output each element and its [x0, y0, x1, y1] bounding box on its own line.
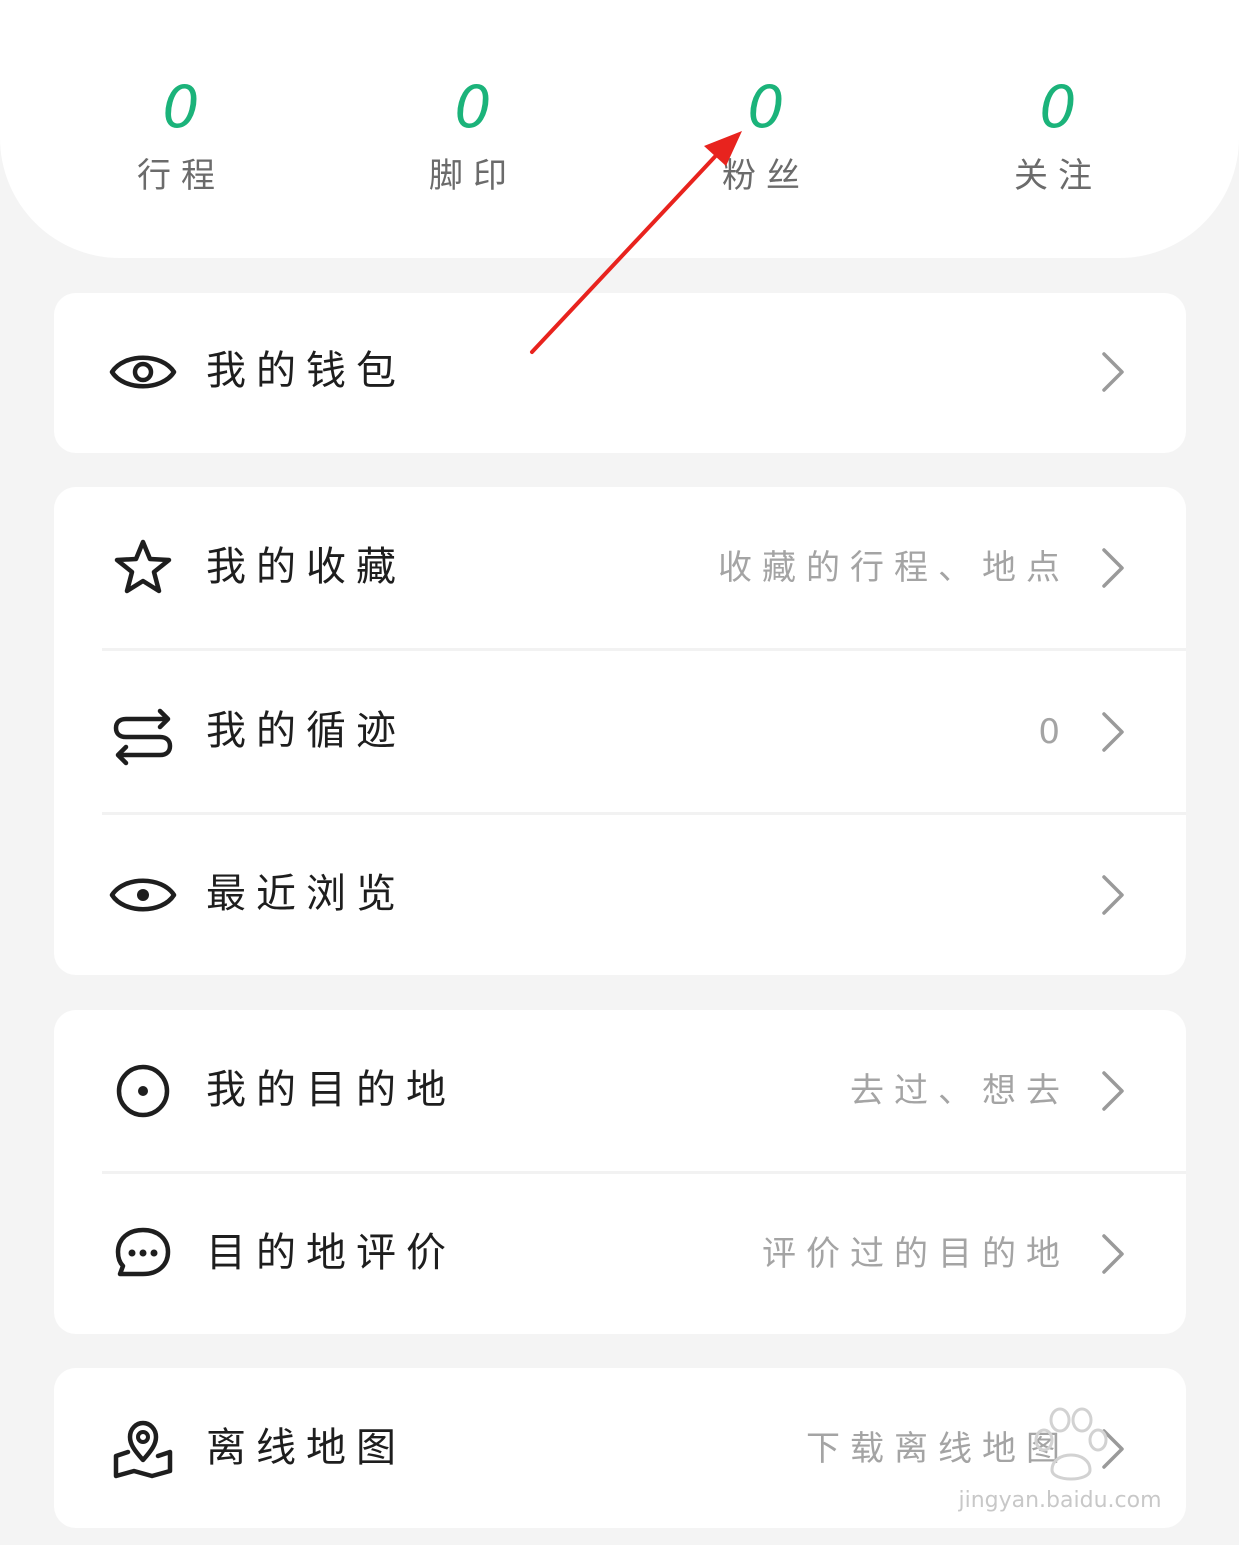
eye-icon: [108, 337, 178, 407]
wallet-card: 我的钱包: [54, 293, 1186, 453]
stat-following-label: 关注: [1014, 156, 1102, 196]
recent-label: 最近浏览: [206, 871, 406, 917]
stat-following-value: 0: [1039, 73, 1077, 141]
stat-followers-label: 粉丝: [722, 156, 810, 196]
stat-trips-label: 行程: [137, 156, 225, 196]
favorites-hint: 收藏的行程、地点: [718, 548, 1070, 588]
map-pin-icon: [108, 1414, 178, 1484]
chevron-right-icon: [1100, 547, 1126, 589]
paw-logo-icon: [1034, 1407, 1108, 1481]
destinations-hint: 去过、想去: [850, 1071, 1070, 1111]
offline-map-label: 离线地图: [206, 1425, 406, 1471]
chat-bubble-icon: [108, 1219, 178, 1289]
target-icon: [108, 1056, 178, 1126]
favorites-label: 我的收藏: [206, 544, 406, 590]
profile-page: 0 行程 0 脚印 0 粉丝 0 关注 我的钱包 我的收藏 收藏的行程、地点 我…: [0, 0, 1239, 1545]
eye-icon: [108, 860, 178, 930]
menu-item-reviews[interactable]: 目的地评价 评价过的目的地: [54, 1173, 1186, 1335]
reviews-label: 目的地评价: [206, 1230, 456, 1276]
chevron-right-icon: [1100, 1070, 1126, 1112]
stat-followers-value: 0: [747, 73, 785, 141]
chevron-right-icon: [1100, 874, 1126, 916]
watermark: jingyan.baidu.com: [940, 1400, 1180, 1530]
chevron-right-icon: [1100, 711, 1126, 753]
stats-card: 0 行程 0 脚印 0 粉丝 0 关注: [0, 0, 1239, 258]
menu-item-tracks[interactable]: 我的循迹 0: [54, 651, 1186, 813]
watermark-text: jingyan.baidu.com: [958, 1488, 1162, 1513]
menu-item-wallet[interactable]: 我的钱包: [54, 291, 1186, 453]
menu-item-destinations[interactable]: 我的目的地 去过、想去: [54, 1010, 1186, 1172]
collections-card: 我的收藏 收藏的行程、地点 我的循迹 0 最近浏览: [54, 487, 1186, 975]
tracks-label: 我的循迹: [206, 708, 406, 754]
menu-item-favorites[interactable]: 我的收藏 收藏的行程、地点: [54, 487, 1186, 649]
stat-footprints-value: 0: [454, 73, 492, 141]
tracks-count: 0: [1038, 712, 1070, 752]
star-icon: [108, 533, 178, 603]
destinations-card: 我的目的地 去过、想去 目的地评价 评价过的目的地: [54, 1010, 1186, 1334]
destinations-label: 我的目的地: [206, 1067, 456, 1113]
chevron-right-icon: [1100, 1233, 1126, 1275]
reviews-hint: 评价过的目的地: [762, 1234, 1070, 1274]
menu-item-recent[interactable]: 最近浏览: [54, 814, 1186, 976]
stat-footprints-label: 脚印: [429, 156, 517, 196]
wallet-label: 我的钱包: [206, 348, 406, 394]
chevron-right-icon: [1100, 351, 1126, 393]
swap-arrows-icon: [108, 697, 178, 767]
stat-trips-value: 0: [162, 73, 200, 141]
